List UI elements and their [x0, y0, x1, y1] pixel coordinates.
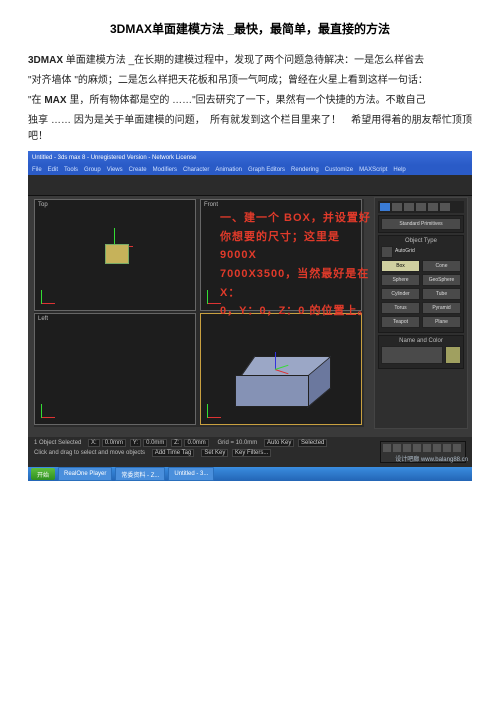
cone-button[interactable]: Cone [422, 260, 461, 272]
color-swatch[interactable] [445, 346, 461, 364]
taskbar-item[interactable]: Untitled - 3... [168, 467, 214, 481]
add-time-tag[interactable]: Add Time Tag [152, 449, 195, 457]
tab-create-icon[interactable] [380, 203, 390, 211]
setkey-button[interactable]: Set Key [201, 449, 228, 457]
annotation-line-2: 你想要的尺寸；这里是 9000X [220, 228, 380, 265]
menu-customize[interactable]: Customize [325, 167, 353, 173]
torus-button[interactable]: Torus [381, 302, 420, 314]
viewport-perspective[interactable] [200, 313, 362, 425]
embedded-screenshot: Untitled - 3ds max 8 - Unregistered Vers… [28, 151, 472, 481]
gizmo-icon [41, 284, 61, 304]
viewport-left-label: Left [38, 316, 48, 322]
main-toolbar[interactable] [28, 175, 472, 196]
taskbar-item[interactable]: RealOne Player [58, 467, 112, 481]
pan-icon[interactable] [433, 444, 441, 452]
autokey-button[interactable]: Auto Key [264, 439, 294, 447]
tab-modify-icon[interactable] [392, 203, 402, 211]
menu-grapheditors[interactable]: Graph Editors [248, 167, 285, 173]
tab-hierarchy-icon[interactable] [404, 203, 414, 211]
zoom-extents-icon[interactable] [403, 444, 411, 452]
primitive-dropdown[interactable]: Standard Primitives [381, 218, 461, 230]
geosphere-button[interactable]: GeoSphere [422, 274, 461, 286]
menu-group[interactable]: Group [84, 167, 101, 173]
watermark: 设计吧廊 www.balang88.cn [395, 454, 468, 463]
para3-a: "在 [28, 95, 44, 106]
menu-modifiers[interactable]: Modifiers [153, 167, 177, 173]
sphere-button[interactable]: Sphere [381, 274, 420, 286]
coord-x-label: X: [88, 439, 100, 447]
selected-tool[interactable]: Selected [298, 439, 327, 447]
coord-y-input[interactable]: 0.0mm [143, 439, 167, 447]
autogrid-label: AutoGrid [395, 246, 461, 256]
cylinder-button[interactable]: Cylinder [381, 288, 420, 300]
menu-edit[interactable]: Edit [48, 167, 58, 173]
name-color-header: Name and Color [381, 338, 461, 344]
teapot-button[interactable]: Teapot [381, 316, 420, 328]
para3-bold: MAX [44, 95, 66, 106]
menu-help[interactable]: Help [393, 167, 405, 173]
paragraph-4: 独享 …… 因为是关于单面建模的问题， 所有就发到这个栏目里来了！ 希望用得着的… [28, 113, 472, 145]
paragraph-3: "在 MAX 里，所有物体都是空的 ……"回去研究了一下，果然有一个快捷的方法。… [28, 93, 472, 109]
zoom-extents-all-icon[interactable] [413, 444, 421, 452]
plane-button[interactable]: Plane [422, 316, 461, 328]
menubar[interactable]: File Edit Tools Group Views Create Modif… [28, 165, 472, 175]
coord-x-input[interactable]: 0.0mm [102, 439, 126, 447]
tab-display-icon[interactable] [428, 203, 438, 211]
menu-tools[interactable]: Tools [64, 167, 78, 173]
autogrid-checkbox[interactable] [381, 246, 393, 258]
tube-button[interactable]: Tube [422, 288, 461, 300]
maximize-viewport-icon[interactable] [453, 444, 461, 452]
menu-views[interactable]: Views [107, 167, 123, 173]
viewport-left[interactable]: Left [34, 313, 196, 425]
box-button[interactable]: Box [381, 260, 420, 272]
keyfilters-button[interactable]: Key Filters... [232, 449, 271, 457]
annotation-line-1: 一、建一个 BOX，并设置好 [220, 209, 380, 228]
para3-b: 里，所有物体都是空的 ……"回去研究了一下，果然有一个快捷的方法。不敢自己 [67, 95, 426, 106]
coord-z-label: Z: [171, 439, 182, 447]
pyramid-button[interactable]: Pyramid [422, 302, 461, 314]
paragraph-2: "对齐墙体 "的麻烦；二是怎么样把天花板和吊顶一气呵成；曾经在火星上看到这样一句… [28, 73, 472, 89]
menu-character[interactable]: Character [183, 167, 209, 173]
viewport-top-label: Top [38, 202, 48, 208]
coord-y-label: Y: [130, 439, 141, 447]
tab-motion-icon[interactable] [416, 203, 426, 211]
gizmo-icon [207, 398, 227, 418]
field-of-view-icon[interactable] [423, 444, 431, 452]
annotation-overlay: 一、建一个 BOX，并设置好 你想要的尺寸；这里是 9000X 7000X350… [220, 209, 380, 321]
window-titlebar: Untitled - 3ds max 8 - Unregistered Vers… [28, 151, 472, 165]
tab-utilities-icon[interactable] [440, 203, 450, 211]
start-button[interactable]: 开始 [31, 468, 55, 480]
object-name-input[interactable] [381, 346, 443, 364]
command-panel-tabs[interactable] [378, 201, 464, 213]
orbit-icon[interactable] [443, 444, 451, 452]
doc-title: 3DMAX单面建模方法 _最快，最简单，最直接的方法 [28, 20, 472, 37]
command-panel[interactable]: Standard Primitives Object Type AutoGrid… [374, 197, 468, 429]
menu-rendering[interactable]: Rendering [291, 167, 319, 173]
menu-animation[interactable]: Animation [215, 167, 242, 173]
windows-taskbar[interactable]: 开始 RealOne Player 常委资料 - Z... Untitled -… [28, 467, 472, 481]
top-box-geometry[interactable] [105, 244, 129, 264]
window-title-text: Untitled - 3ds max 8 - Unregistered Vers… [32, 155, 196, 161]
gizmo-3d-icon [271, 350, 291, 374]
zoom-icon[interactable] [383, 444, 391, 452]
selected-count: 1 Object Selected [34, 440, 81, 446]
gizmo-icon [41, 398, 61, 418]
menu-file[interactable]: File [32, 167, 42, 173]
object-type-header: Object Type [381, 238, 461, 244]
paragraph-1: 3DMAX 单面建模方法 _在长期的建模过程中，发现了两个问题急待解决：一是怎么… [28, 53, 472, 69]
grid-size: Grid = 10.0mm [217, 440, 257, 446]
annotation-line-4: 0，Y：0，Z：0 的位置上。 [220, 302, 380, 321]
annotation-line-3: 7000X3500，当然最好是在 X： [220, 265, 380, 302]
para1-text: 单面建模方法 _在长期的建模过程中，发现了两个问题急待解决：一是怎么样省去 [63, 55, 424, 66]
para1-bold: 3DMAX [28, 55, 63, 66]
taskbar-item[interactable]: 常委资料 - Z... [115, 467, 165, 481]
viewport-top[interactable]: Top [34, 199, 196, 311]
viewport-front-label: Front [204, 202, 218, 208]
menu-maxscript[interactable]: MAXScript [359, 167, 387, 173]
coord-z-input[interactable]: 0.0mm [184, 439, 208, 447]
menu-create[interactable]: Create [129, 167, 147, 173]
zoom-all-icon[interactable] [393, 444, 401, 452]
status-hint: Click and drag to select and move object… [34, 450, 145, 456]
